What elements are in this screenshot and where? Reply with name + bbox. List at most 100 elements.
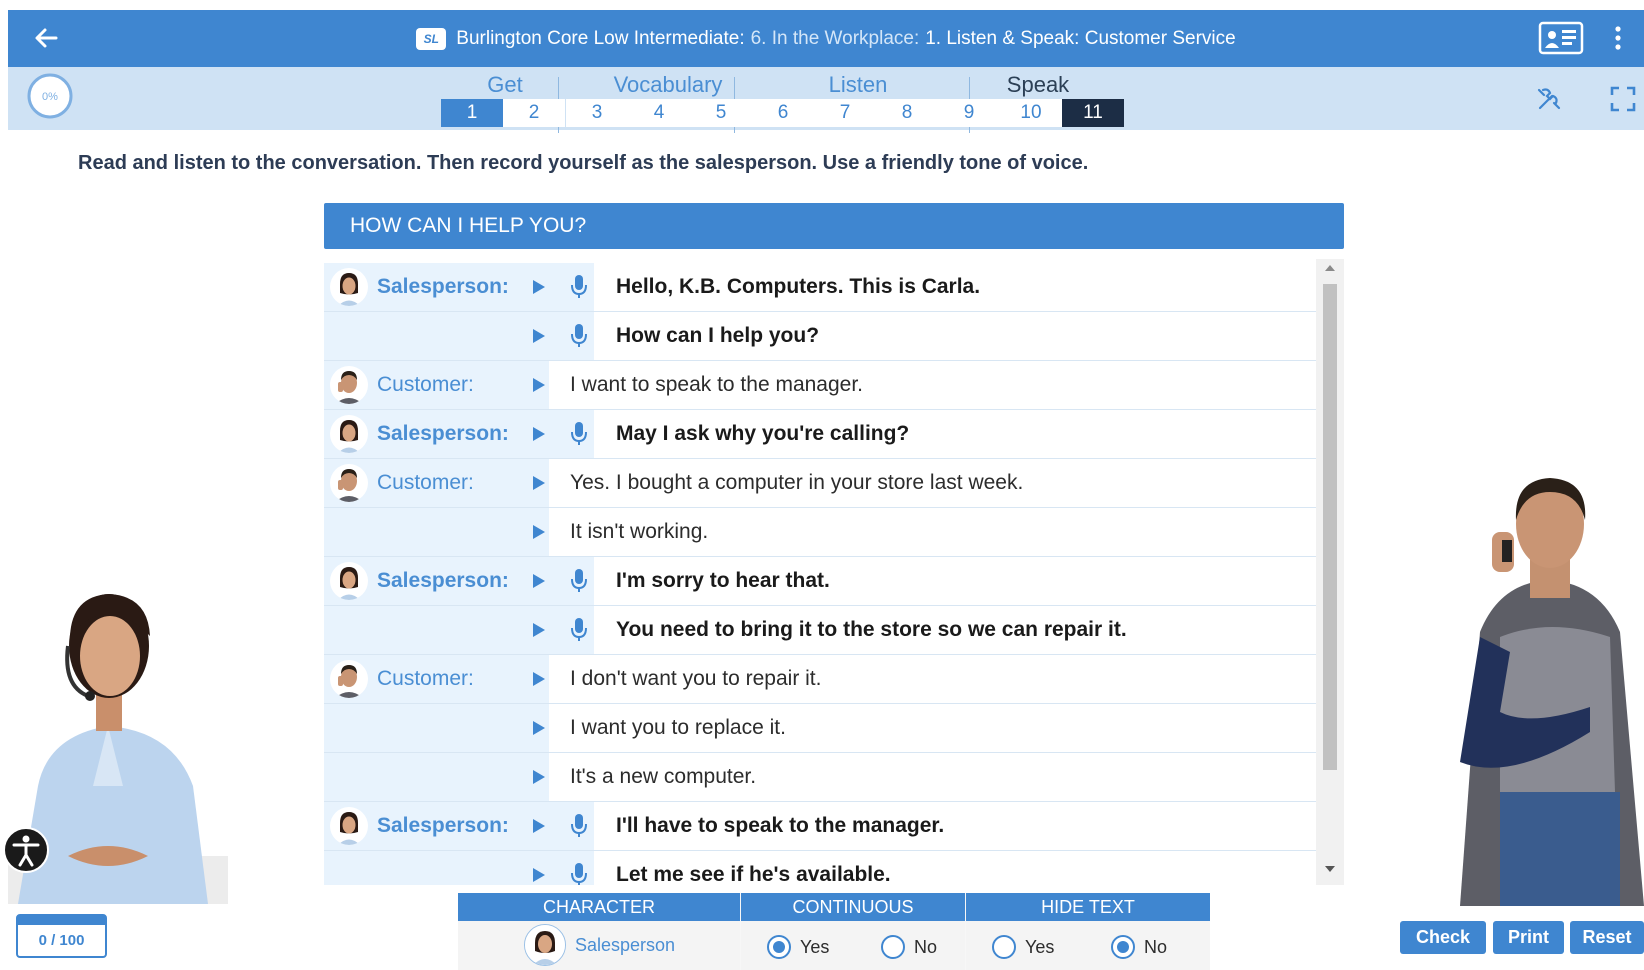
dialogue-row: Salesperson: I'm sorry to hear that. xyxy=(324,557,1316,606)
microphone-icon[interactable] xyxy=(569,617,589,643)
play-icon[interactable] xyxy=(531,621,547,639)
microphone-icon[interactable] xyxy=(569,813,589,839)
section-vocabulary[interactable]: Vocabulary xyxy=(583,72,753,98)
section-listen[interactable]: Listen xyxy=(798,72,918,98)
play-icon[interactable] xyxy=(531,572,547,590)
radio-label: No xyxy=(1144,936,1168,957)
play-icon[interactable] xyxy=(531,425,547,443)
play-icon[interactable] xyxy=(531,670,547,688)
top-bar: SL Burlington Core Low Intermediate: 6. … xyxy=(8,10,1644,67)
character-avatar xyxy=(524,924,566,966)
dialogue-row: Let me see if he's available. xyxy=(324,851,1316,885)
dialogue-text: I'll have to speak to the manager. xyxy=(616,814,945,837)
play-icon[interactable] xyxy=(531,278,547,296)
dialogue-row: It isn't working. xyxy=(324,508,1316,557)
customer-avatar xyxy=(330,660,368,698)
step-2[interactable]: 2 xyxy=(503,99,565,127)
continuous-column: CONTINUOUS Yes No xyxy=(741,893,965,970)
section-speak[interactable]: Speak xyxy=(988,72,1088,98)
hide-text-no-radio[interactable]: No xyxy=(1111,935,1167,959)
scroll-up-icon[interactable] xyxy=(1324,263,1336,273)
score-bar xyxy=(18,916,105,925)
dialogue-row: Customer: I want to speak to the manager. xyxy=(324,361,1316,410)
microphone-icon[interactable] xyxy=(569,323,589,349)
customer-avatar xyxy=(330,366,368,404)
speaker-label: Salesperson: xyxy=(377,814,509,837)
play-icon[interactable] xyxy=(531,376,547,394)
check-button[interactable]: Check xyxy=(1400,921,1486,954)
customer-illustration xyxy=(1460,478,1644,906)
presenter-icon[interactable] xyxy=(1538,21,1584,55)
dialogue-row: You need to bring it to the store so we … xyxy=(324,606,1316,655)
salesperson-avatar xyxy=(330,415,368,453)
play-icon[interactable] xyxy=(531,327,547,345)
character-name: Salesperson xyxy=(575,935,676,955)
more-options-icon[interactable] xyxy=(1608,22,1628,54)
step-4[interactable]: 4 xyxy=(628,99,690,127)
microphone-icon[interactable] xyxy=(569,274,589,300)
continuous-no-radio[interactable]: No xyxy=(881,935,937,959)
radio-circle xyxy=(881,935,905,959)
play-icon[interactable] xyxy=(531,523,547,541)
reset-button[interactable]: Reset xyxy=(1570,921,1644,954)
speaker-cell xyxy=(324,508,549,556)
dialogue-list: Salesperson: Hello, K.B. Computers. This … xyxy=(324,263,1316,885)
lesson-title: SL Burlington Core Low Intermediate: 6. … xyxy=(8,10,1644,67)
scroll-thumb[interactable] xyxy=(1323,284,1337,770)
microphone-icon[interactable] xyxy=(569,862,589,885)
step-7[interactable]: 7 xyxy=(814,99,876,127)
dialogue-text: I'm sorry to hear that. xyxy=(616,569,830,592)
dialogue-row: Salesperson: May I ask why you're calling… xyxy=(324,410,1316,459)
progress-indicator: 0% xyxy=(27,73,73,119)
dialogue-text: I want you to replace it. xyxy=(570,716,786,739)
play-icon[interactable] xyxy=(531,817,547,835)
hide-text-header: HIDE TEXT xyxy=(966,893,1210,921)
step-9[interactable]: 9 xyxy=(938,99,1000,127)
scrollbar[interactable] xyxy=(1316,259,1344,885)
tools-icon[interactable] xyxy=(1534,84,1564,114)
step-8[interactable]: 8 xyxy=(876,99,938,127)
character-selector[interactable]: Salesperson xyxy=(458,921,740,970)
microphone-icon[interactable] xyxy=(569,421,589,447)
speaker-label: Customer: xyxy=(377,373,474,396)
radio-label: Yes xyxy=(800,936,830,957)
dialogue-row: I want you to replace it. xyxy=(324,704,1316,753)
speaker-label: Salesperson: xyxy=(377,422,509,445)
hide-text-yes-radio[interactable]: Yes xyxy=(992,935,1054,959)
radio-circle xyxy=(1111,935,1135,959)
accessibility-icon[interactable] xyxy=(2,826,50,874)
score-value: 0 / 100 xyxy=(38,932,85,949)
step-5[interactable]: 5 xyxy=(690,99,752,127)
step-1[interactable]: 1 xyxy=(441,99,503,127)
play-icon[interactable] xyxy=(531,719,547,737)
dialogue-text: Hello, K.B. Computers. This is Carla. xyxy=(616,275,981,298)
speaker-label: Customer: xyxy=(377,471,474,494)
speaker-cell xyxy=(324,704,549,752)
continuous-yes-radio[interactable]: Yes xyxy=(767,935,829,959)
dialogue-row: How can I help you? xyxy=(324,312,1316,361)
dialogue-row: Salesperson: I'll have to speak to the ma… xyxy=(324,802,1316,851)
microphone-icon[interactable] xyxy=(569,568,589,594)
step-10[interactable]: 10 xyxy=(1000,99,1062,127)
scroll-down-icon[interactable] xyxy=(1324,864,1336,874)
print-button[interactable]: Print xyxy=(1493,921,1564,954)
play-icon[interactable] xyxy=(531,866,547,884)
dialogue-text: It isn't working. xyxy=(570,520,709,543)
dialogue-text: You need to bring it to the store so we … xyxy=(616,618,1127,641)
play-icon[interactable] xyxy=(531,474,547,492)
speaker-cell xyxy=(324,606,594,654)
lesson-name: 1. Listen & Speak: Customer Service xyxy=(925,27,1236,49)
step-6[interactable]: 6 xyxy=(752,99,814,127)
course-name: Burlington Core Low Intermediate: xyxy=(456,27,745,49)
salesperson-avatar xyxy=(330,807,368,845)
continuous-header: CONTINUOUS xyxy=(741,893,965,921)
instructions: Read and listen to the conversation. The… xyxy=(78,152,1089,174)
fullscreen-icon[interactable] xyxy=(1608,84,1638,114)
speaker-label: Customer: xyxy=(377,667,474,690)
speaker-cell xyxy=(324,312,594,360)
play-icon[interactable] xyxy=(531,768,547,786)
step-3[interactable]: 3 xyxy=(566,99,628,127)
radio-circle xyxy=(767,935,791,959)
step-11[interactable]: 11 xyxy=(1062,99,1124,127)
salesperson-avatar xyxy=(330,562,368,600)
